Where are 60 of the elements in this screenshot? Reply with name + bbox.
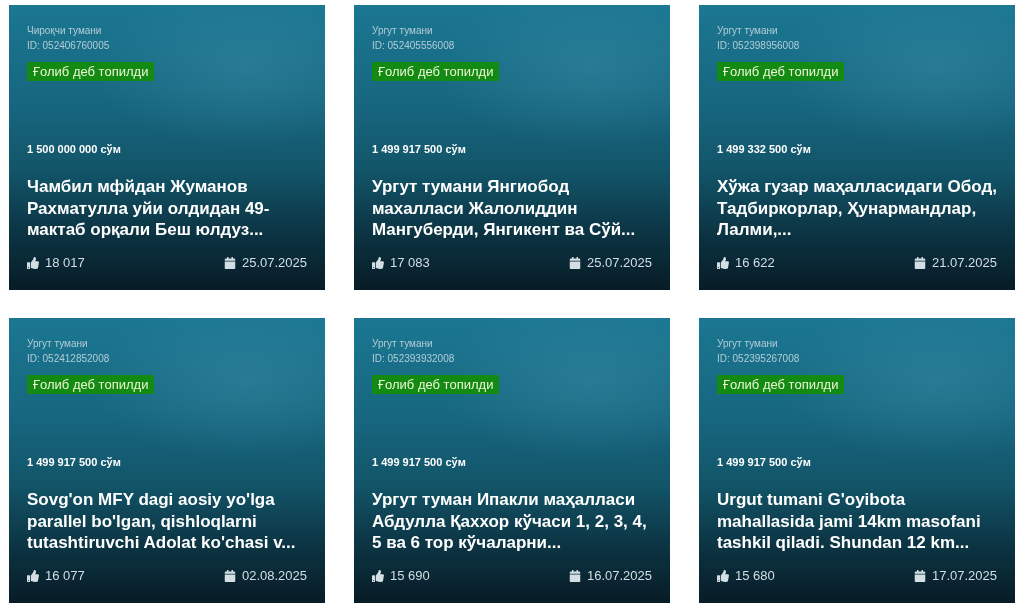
project-id: ID: 052393932008 bbox=[372, 352, 456, 366]
project-title: Urgut tumani G'oyibota mahallasida jami 14km masofani tashkil qiladi. Shundan 12 km... bbox=[717, 488, 982, 554]
district-label: Ургут тумани bbox=[717, 24, 779, 38]
district-label: Ургут тумани bbox=[372, 24, 434, 38]
project-title: Чамбил мфйдан Жуманов Рахматулла уйи олдидан 49-мактаб орқали Беш юлдуз... bbox=[27, 175, 271, 241]
thumbs-up-icon bbox=[717, 257, 729, 269]
thumbs-up-icon bbox=[27, 570, 39, 582]
vote-count: 16 622 bbox=[735, 255, 775, 271]
thumbs-up-icon bbox=[372, 570, 384, 582]
project-title: Хўжа гузар маҳалласидаги Обод, Тадбиркорлар, Ҳунармандлар, Лалми,... bbox=[717, 175, 997, 241]
date-text: 17.07.2025 bbox=[931, 568, 997, 584]
status-label: Ғолиб деб топилди bbox=[27, 375, 155, 394]
calendar-icon bbox=[568, 257, 581, 269]
project-id: ID: 052395267008 bbox=[717, 352, 801, 366]
project-card[interactable]: Ургут тумани ID: 052398956008 Ғолиб деб топилди 1 499 332 500 сўм Хўжа гузар маҳалласидаги Обод, Тадбиркорлар, Ҳунармандлар, Лалми,... 16 622 21.07.2025 bbox=[699, 5, 1015, 290]
amount-text: 1 499 917 500 сўм bbox=[372, 454, 467, 469]
calendar-icon bbox=[913, 257, 926, 269]
status-label: Ғолиб деб топилди bbox=[372, 375, 500, 394]
project-card[interactable]: Ургут тумани ID: 052395267008 Ғолиб деб топилди 1 499 917 500 сўм Urgut tumani G'oyibota mahallasida jami 14km masofani tashkil qiladi. Shundan 12 km... 15 680 17.07.2025 bbox=[699, 318, 1015, 603]
calendar-icon bbox=[223, 570, 236, 582]
date-text: 25.07.2025 bbox=[241, 255, 307, 271]
status-label: Ғолиб деб топилди bbox=[27, 62, 155, 81]
project-title: Ургут тумани Янгиобод махалласи Жалолиддин Мангуберди, Янгикент ва Сўй... bbox=[372, 175, 637, 241]
project-title: Sovg'on MFY dagi aosiy yo'lga parallel bo'lgan, qishloqlarni tutashtiruvchi Adolat ko'chasi v... bbox=[27, 488, 297, 554]
district-label: Ургут тумани bbox=[27, 337, 89, 351]
project-id: ID: 052405556008 bbox=[372, 39, 456, 53]
thumbs-up-icon bbox=[27, 257, 39, 269]
district-label: Ургут тумани bbox=[372, 337, 434, 351]
project-id: ID: 052412852008 bbox=[27, 352, 111, 366]
status-label: Ғолиб деб топилди bbox=[372, 62, 500, 81]
status-label: Ғолиб деб топилди bbox=[717, 62, 845, 81]
amount-text: 1 499 917 500 сўм bbox=[372, 141, 467, 156]
project-id: ID: 052406760005 bbox=[27, 39, 111, 53]
date-text: 16.07.2025 bbox=[586, 568, 652, 584]
district-label: Ургут тумани bbox=[717, 337, 779, 351]
thumbs-up-icon bbox=[372, 257, 384, 269]
project-card[interactable]: Ургут тумани ID: 052405556008 Ғолиб деб топилди 1 499 917 500 сўм Ургут тумани Янгиобод махалласи Жалолиддин Мангуберди, Янгикент ва Сўй... 17 083 25.07.2025 bbox=[354, 5, 670, 290]
date-text: 21.07.2025 bbox=[931, 255, 997, 271]
project-card[interactable]: Ургут тумани ID: 052393932008 Ғолиб деб топилди 1 499 917 500 сўм Ургут туман Ипакли маҳалласи Абдулла Қаххор кўчаси 1, 2, 3, 4, 5 ва 6 тор кўчаларни... 15 690 16.07.2025 bbox=[354, 318, 670, 603]
district-label: Чироқчи тумани bbox=[27, 24, 103, 38]
vote-count: 15 680 bbox=[735, 568, 775, 584]
vote-count: 15 690 bbox=[390, 568, 430, 584]
vote-count: 17 083 bbox=[390, 255, 430, 271]
project-card[interactable]: Ургут тумани ID: 052412852008 Ғолиб деб топилди 1 499 917 500 сўм Sovg'on MFY dagi aosiy yo'lga parallel bo'lgan, qishloqlarni tutashtiruvchi Adolat ko'chasi v... 16 077 02.08.2025 bbox=[9, 318, 325, 603]
thumbs-up-icon bbox=[717, 570, 729, 582]
calendar-icon bbox=[913, 570, 926, 582]
amount-text: 1 499 917 500 сўм bbox=[717, 454, 812, 469]
project-title: Ургут туман Ипакли маҳалласи Абдулла Қаххор кўчаси 1, 2, 3, 4, 5 ва 6 тор кўчаларни... bbox=[372, 488, 648, 554]
status-label: Ғолиб деб топилди bbox=[717, 375, 845, 394]
amount-text: 1 499 917 500 сўм bbox=[27, 454, 122, 469]
vote-count: 16 077 bbox=[45, 568, 85, 584]
project-card[interactable]: Чироқчи тумани ID: 052406760005 Ғолиб деб топилди 1 500 000 000 сўм Чамбил мфйдан Жуманов Рахматулла уйи олдидан 49-мактаб орқали Беш юлдуз... 18 017 25.07.2025 bbox=[9, 5, 325, 290]
calendar-icon bbox=[568, 570, 581, 582]
date-text: 02.08.2025 bbox=[241, 568, 307, 584]
vote-count: 18 017 bbox=[45, 255, 85, 271]
calendar-icon bbox=[223, 257, 236, 269]
amount-text: 1 499 332 500 сўм bbox=[717, 141, 812, 156]
date-text: 25.07.2025 bbox=[586, 255, 652, 271]
amount-text: 1 500 000 000 сўм bbox=[27, 141, 122, 156]
project-id: ID: 052398956008 bbox=[717, 39, 801, 53]
